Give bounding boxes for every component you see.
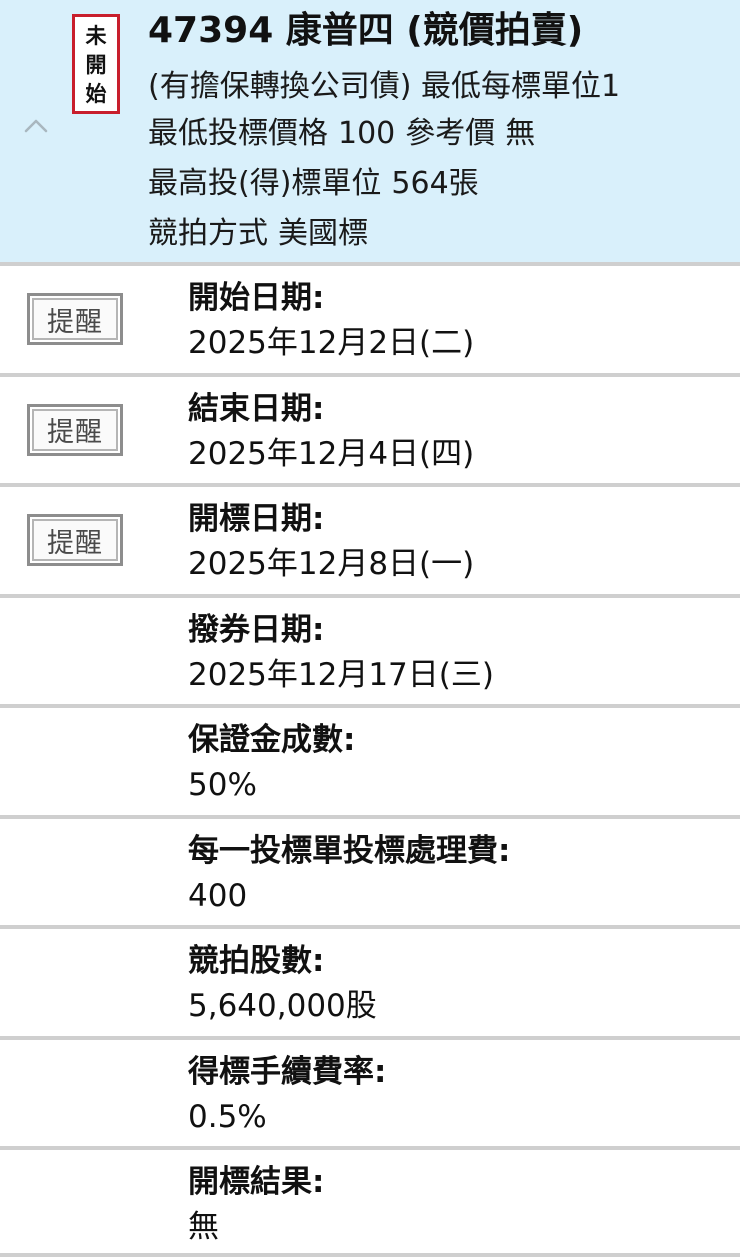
status-stamp-char: 始 bbox=[85, 80, 107, 106]
status-stamp: 未 開 始 bbox=[72, 14, 120, 114]
row-value: 0.5% bbox=[188, 1098, 267, 1135]
end-date-reminder-button[interactable]: 提醒 bbox=[27, 403, 123, 456]
row-value: 2025年12月8日(一) bbox=[188, 546, 475, 582]
bond-type-line: (有擔保轉換公司債) 最低每標單位1 bbox=[148, 69, 621, 104]
min-bid-price-value: 100 bbox=[338, 116, 396, 151]
row-value: 2025年12月4日(四) bbox=[188, 435, 475, 472]
start-date-row: 提醒 開始日期: 2025年12月2日(二) bbox=[0, 262, 740, 373]
processing-fee-row: 每一投標單投標處理費: 400 bbox=[0, 814, 740, 926]
chevron-up-icon[interactable] bbox=[22, 112, 50, 140]
row-label: 每一投標單投標處理費: bbox=[188, 832, 511, 869]
status-stamp-char: 未 bbox=[85, 22, 107, 48]
row-value: 2025年12月17日(三) bbox=[188, 656, 494, 693]
opening-date-row: 提醒 開標日期: 2025年12月8日(一) bbox=[0, 483, 740, 594]
winning-fee-rate-row: 得標手續費率: 0.5% bbox=[0, 1035, 740, 1147]
row-value: 2025年12月2日(二) bbox=[188, 325, 475, 361]
start-date-reminder-button[interactable]: 提醒 bbox=[27, 293, 123, 345]
margin-ratio-row: 保證金成數: 50% bbox=[0, 704, 740, 815]
row-value: 5,640,000股 bbox=[188, 988, 377, 1024]
row-label: 得標手續費率: bbox=[188, 1053, 387, 1090]
auction-method-value: 美國標 bbox=[278, 216, 368, 251]
row-label: 撥券日期: bbox=[188, 611, 325, 648]
max-bid-unit-line: 最高投(得)標單位 564張 bbox=[148, 161, 489, 207]
min-bid-price-label: 最低投標價格 bbox=[148, 116, 328, 151]
auction-method-line: 競拍方式 美國標 bbox=[148, 211, 378, 257]
auction-title: 47394 康普四 (競價拍賣) bbox=[148, 10, 584, 51]
reference-price-label: 參考價 bbox=[405, 116, 496, 151]
auction-detail-list: 提醒 開始日期: 2025年12月2日(二) 提醒 結束日期: 2025年12月… bbox=[0, 262, 740, 1257]
row-value: 無 bbox=[188, 1209, 219, 1245]
row-value: 400 bbox=[188, 877, 248, 914]
bottom-divider bbox=[0, 1253, 740, 1257]
allocation-date-row: 撥券日期: 2025年12月17日(三) bbox=[0, 593, 740, 705]
min-bid-price-line: 最低投標價格 100 參考價無 bbox=[148, 111, 545, 157]
max-bid-unit-value: 564張 bbox=[391, 166, 479, 201]
row-label: 競拍股數: bbox=[188, 943, 325, 979]
row-label: 開標結果: bbox=[188, 1164, 325, 1200]
reference-price-value: 無 bbox=[505, 116, 536, 151]
row-label: 結束日期: bbox=[188, 390, 325, 427]
row-label: 開始日期: bbox=[188, 280, 325, 316]
row-label: 開標日期: bbox=[188, 501, 325, 537]
row-label: 保證金成數: bbox=[188, 722, 356, 758]
end-date-row: 提醒 結束日期: 2025年12月4日(四) bbox=[0, 372, 740, 484]
max-bid-unit-label: 最高投(得)標單位 bbox=[148, 166, 382, 201]
opening-result-row: 開標結果: 無 bbox=[0, 1146, 740, 1257]
status-stamp-char: 開 bbox=[85, 51, 107, 77]
opening-date-reminder-button[interactable]: 提醒 bbox=[27, 514, 123, 566]
auction-header[interactable]: 未 開 始 47394 康普四 (競價拍賣) (有擔保轉換公司債) 最低每標單位… bbox=[0, 0, 740, 262]
row-value: 50% bbox=[188, 767, 257, 803]
auction-method-label: 競拍方式 bbox=[148, 216, 268, 251]
auction-shares-row: 競拍股數: 5,640,000股 bbox=[0, 925, 740, 1036]
